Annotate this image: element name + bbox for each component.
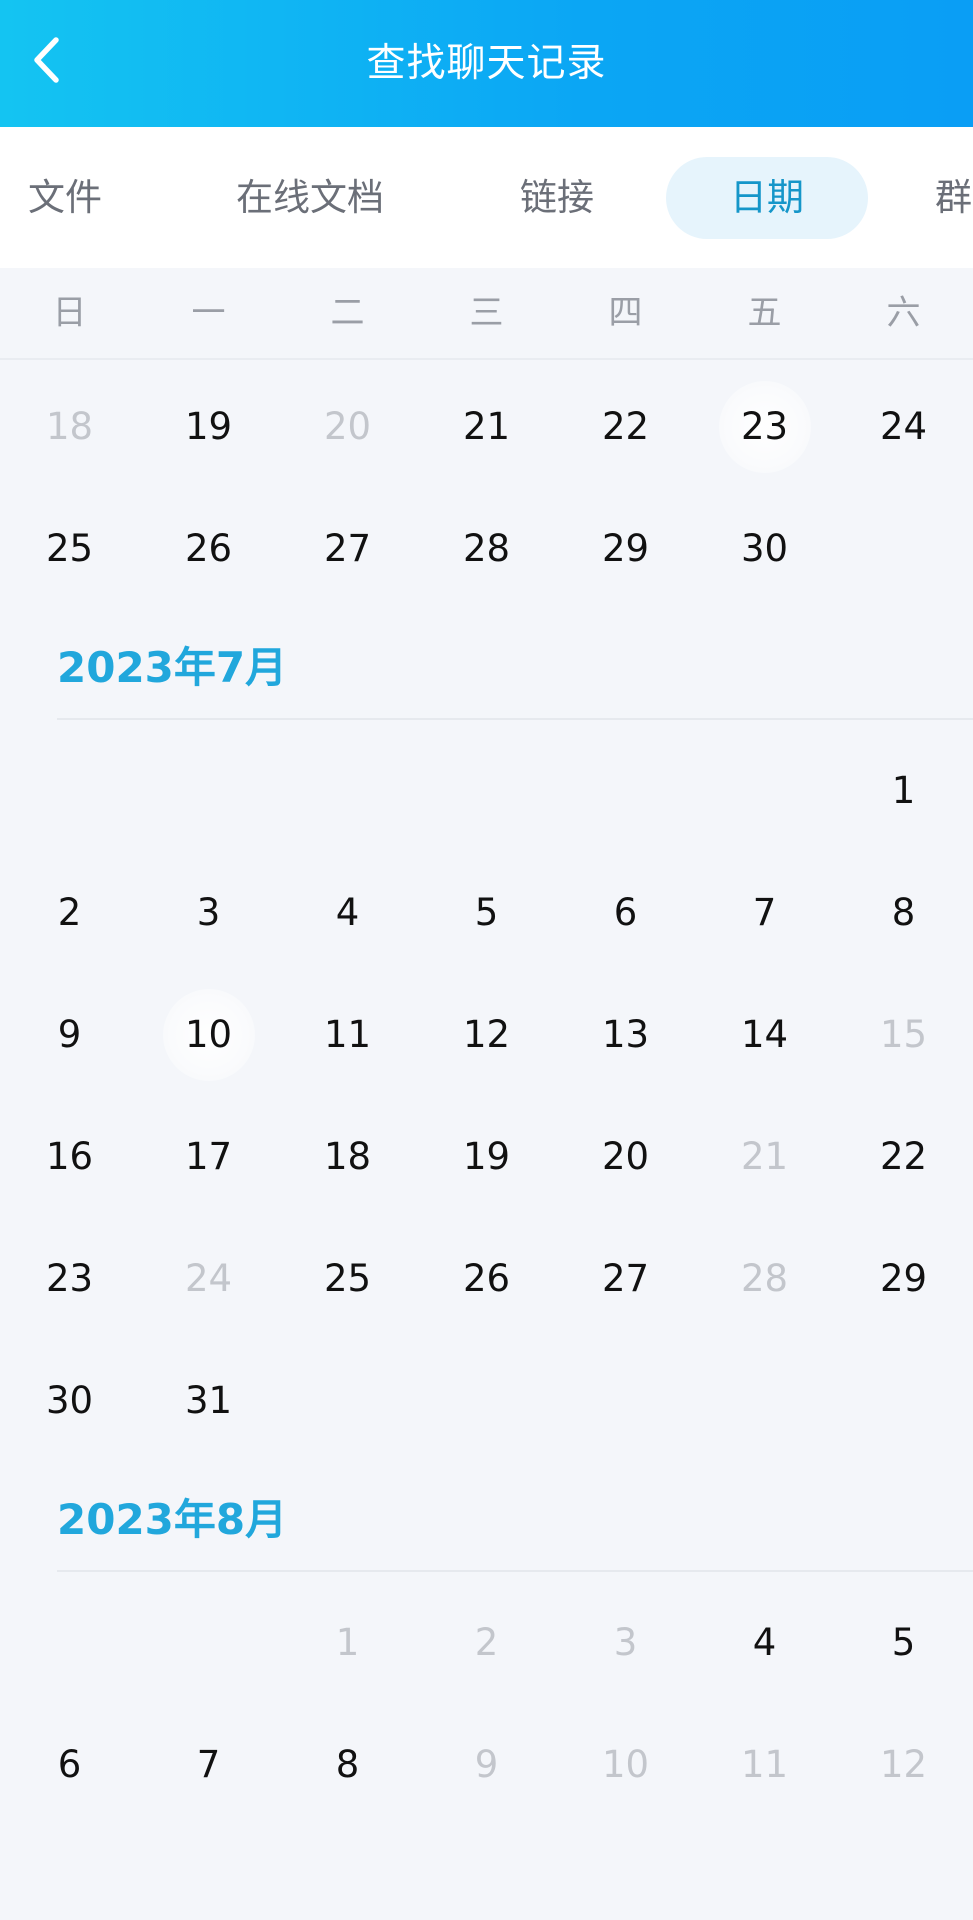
calendar-day[interactable]: 7 [695, 852, 834, 974]
calendar-day[interactable]: 6 [0, 1704, 139, 1826]
calendar-day[interactable]: 27 [278, 488, 417, 610]
calendar-day-disabled: 11 [740, 1743, 789, 1786]
calendar-day[interactable]: 12 [417, 974, 556, 1096]
calendar-day-disabled: 1 [335, 1621, 360, 1664]
calendar-day-disabled: 3 [613, 1621, 638, 1664]
calendar-day-disabled: 2 [474, 1621, 499, 1664]
calendar-day[interactable]: 24 [834, 366, 973, 488]
weekday-label: 六 [886, 293, 921, 333]
calendar-day[interactable]: 18 [278, 1096, 417, 1218]
calendar-day[interactable]: 19 [139, 366, 278, 488]
calendar-day[interactable]: 21 [417, 366, 556, 488]
tab-online-docs[interactable]: 在线文档 [236, 127, 384, 268]
weekday-label: 二 [330, 293, 365, 333]
calendar-day[interactable]: 27 [556, 1218, 695, 1340]
calendar-day-disabled: 28 [740, 1257, 789, 1300]
calendar-day-disabled: 18 [45, 405, 94, 448]
calendar-day-disabled: 10 [601, 1743, 650, 1786]
page-title: 查找聊天记录 [366, 41, 607, 86]
calendar-day[interactable]: 10 [139, 974, 278, 1096]
weekday-label: 五 [747, 293, 782, 333]
calendar-day[interactable]: 20 [556, 1096, 695, 1218]
weekday-label: 四 [608, 293, 643, 333]
calendar-day[interactable]: 4 [695, 1582, 834, 1704]
calendar-day[interactable]: 11 [278, 974, 417, 1096]
calendar-day[interactable]: 26 [417, 1218, 556, 1340]
calendar-day[interactable]: 3 [139, 852, 278, 974]
calendar-day[interactable]: 5 [834, 1582, 973, 1704]
calendar-day[interactable]: 25 [0, 488, 139, 610]
calendar-day[interactable]: 26 [139, 488, 278, 610]
month-divider [57, 1570, 973, 1572]
tab-files[interactable]: 文件 [28, 127, 102, 268]
calendar-day[interactable]: 4 [278, 852, 417, 974]
calendar-day[interactable]: 2 [0, 852, 139, 974]
weekday-header: 日 一 二 三 四 五 六 [0, 268, 973, 360]
calendar-day[interactable]: 17 [139, 1096, 278, 1218]
weekday-label: 日 [52, 293, 87, 333]
calendar-day[interactable]: 31 [139, 1340, 278, 1462]
calendar-day[interactable]: 28 [417, 488, 556, 610]
month-title: 2023年7月 [57, 643, 288, 692]
app-header: 查找聊天记录 [0, 0, 973, 127]
calendar-day[interactable]: 29 [834, 1218, 973, 1340]
tab-group[interactable]: 群 [935, 127, 972, 268]
calendar-day[interactable]: 25 [278, 1218, 417, 1340]
calendar-day[interactable]: 22 [834, 1096, 973, 1218]
calendar-day[interactable]: 13 [556, 974, 695, 1096]
calendar-day[interactable]: 7 [139, 1704, 278, 1826]
calendar-day[interactable]: 5 [417, 852, 556, 974]
weekday-label: 三 [469, 293, 504, 333]
calendar-day[interactable]: 29 [556, 488, 695, 610]
calendar-day[interactable]: 19 [417, 1096, 556, 1218]
calendar-day-disabled: 15 [879, 1013, 928, 1056]
calendar-day[interactable]: 9 [0, 974, 139, 1096]
calendar-day-disabled: 20 [323, 405, 372, 448]
calendar-day-disabled: 21 [740, 1135, 789, 1178]
month-title: 2023年8月 [57, 1495, 288, 1544]
calendar-day[interactable]: 8 [278, 1704, 417, 1826]
calendar-day[interactable]: 22 [556, 366, 695, 488]
calendar-day[interactable]: 30 [0, 1340, 139, 1462]
calendar-day-disabled: 9 [474, 1743, 499, 1786]
calendar-day[interactable]: 6 [556, 852, 695, 974]
tab-bar: 文件 在线文档 链接 日期 群 [0, 127, 973, 268]
weekday-label: 一 [191, 293, 226, 333]
calendar-day[interactable]: 8 [834, 852, 973, 974]
tab-date[interactable]: 日期 [666, 127, 868, 268]
calendar-day[interactable]: 14 [695, 974, 834, 1096]
month-divider [57, 718, 973, 720]
calendar-day-disabled: 12 [879, 1743, 928, 1786]
calendar-day[interactable]: 16 [0, 1096, 139, 1218]
calendar-day[interactable]: 23 [0, 1218, 139, 1340]
calendar-day-disabled: 24 [184, 1257, 233, 1300]
tab-links[interactable]: 链接 [520, 127, 594, 268]
calendar-day[interactable]: 30 [695, 488, 834, 610]
calendar-day[interactable]: 23 [695, 366, 834, 488]
calendar-day[interactable]: 1 [834, 730, 973, 852]
